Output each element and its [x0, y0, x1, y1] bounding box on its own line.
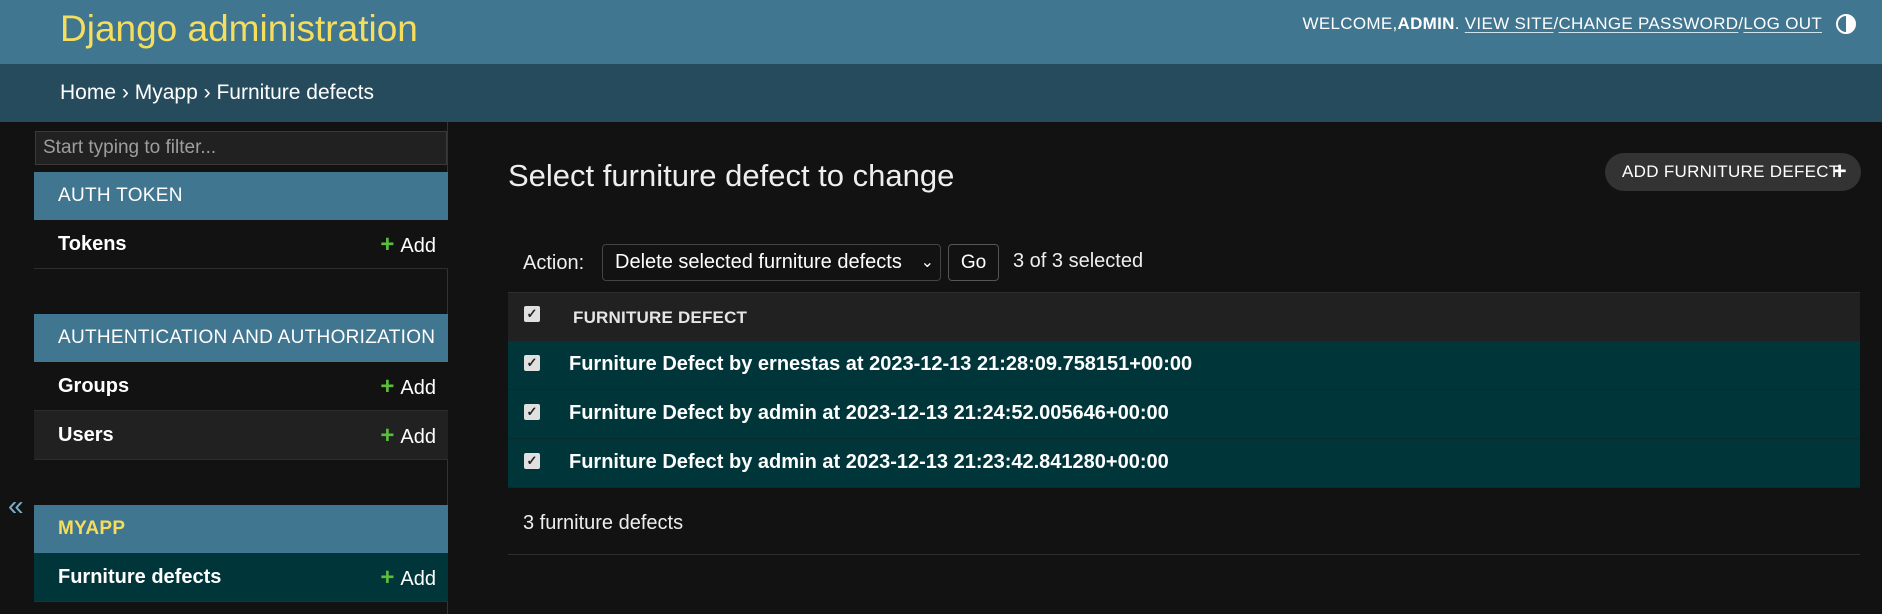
row-link[interactable]: Furniture Defect by ernestas at 2023-12-… — [569, 353, 1192, 376]
action-select[interactable]: Delete selected furniture defects ⌄ — [602, 244, 941, 281]
breadcrumb-current: Furniture defects — [216, 81, 375, 104]
plus-icon: + — [380, 231, 395, 258]
row-checkbox[interactable]: ✓ — [524, 453, 540, 469]
table-header: ✓ FURNITURE DEFECT — [508, 292, 1860, 341]
module-caption-auth-token[interactable]: AUTH TOKEN — [34, 172, 448, 220]
plus-icon: + — [380, 422, 395, 449]
breadcrumb-home[interactable]: Home — [60, 81, 116, 104]
sidebar-item-furniture-defects: Furniture defects + Add — [34, 553, 448, 602]
breadcrumb-separator: › — [203, 81, 211, 104]
add-button-label: ADD FURNITURE DEFECT — [1622, 162, 1840, 181]
paginator: 3 furniture defects — [508, 492, 1860, 555]
table-row: ✓ Furniture Defect by ernestas at 2023-1… — [508, 341, 1860, 390]
log-out-link[interactable]: LOG OUT — [1743, 14, 1822, 34]
nav-filter-input[interactable]: Start typing to filter... — [35, 131, 447, 165]
plus-icon: + — [380, 373, 395, 400]
sidebar-item-label[interactable]: Users — [58, 411, 114, 460]
sidebar-item-groups: Groups + Add — [34, 362, 448, 411]
row-checkbox[interactable]: ✓ — [524, 355, 540, 371]
row-link[interactable]: Furniture Defect by admin at 2023-12-13 … — [569, 451, 1169, 474]
select-all-checkbox[interactable]: ✓ — [524, 306, 540, 322]
breadcrumb: Home › Myapp › Furniture defects — [0, 64, 1882, 122]
sidebar-item-tokens: Tokens + Add — [34, 220, 448, 269]
toggle-sidebar-icon[interactable]: « — [8, 490, 24, 522]
page-title: Select furniture defect to change — [508, 158, 955, 193]
sidebar-item-label[interactable]: Tokens — [58, 220, 127, 269]
module-caption-authentication[interactable]: AUTHENTICATION AND AUTHORIZATION — [34, 314, 448, 362]
add-furniture-defects-link[interactable]: + Add — [380, 553, 436, 604]
row-checkbox[interactable]: ✓ — [524, 404, 540, 420]
sidebar-item-label[interactable]: Groups — [58, 362, 129, 411]
change-password-link[interactable]: CHANGE PASSWORD — [1558, 14, 1738, 34]
table-row: ✓ Furniture Defect by admin at 2023-12-1… — [508, 439, 1860, 488]
add-users-link[interactable]: + Add — [380, 411, 436, 462]
add-label: Add — [400, 377, 436, 399]
chevron-down-icon: ⌄ — [920, 254, 934, 271]
add-furniture-defect-button[interactable]: ADD FURNITURE DEFECT + — [1605, 153, 1861, 191]
sidebar-item-users: Users + Add — [34, 411, 448, 460]
selected-count: 3 of 3 selected — [1013, 250, 1144, 272]
site-branding[interactable]: Django administration — [60, 8, 418, 50]
add-label: Add — [400, 235, 436, 257]
add-label: Add — [400, 568, 436, 590]
sidebar-item-label[interactable]: Furniture defects — [58, 553, 221, 602]
add-tokens-link[interactable]: + Add — [380, 220, 436, 271]
nav-sidebar: Start typing to filter... AUTH TOKEN Tok… — [34, 122, 448, 614]
header: Django administration WELCOME, ADMIN. VI… — [0, 0, 1882, 64]
plus-icon: + — [1832, 158, 1847, 185]
actions-bar: Action: Delete selected furniture defect… — [508, 240, 1860, 294]
view-site-link[interactable]: VIEW SITE — [1465, 14, 1554, 34]
theme-toggle-icon[interactable] — [1836, 14, 1856, 34]
username: ADMIN — [1397, 14, 1455, 33]
action-select-value: Delete selected furniture defects — [615, 251, 902, 273]
go-button[interactable]: Go — [948, 244, 999, 281]
breadcrumb-separator: › — [121, 81, 129, 104]
table-row: ✓ Furniture Defect by admin at 2023-12-1… — [508, 390, 1860, 439]
add-label: Add — [400, 426, 436, 448]
add-groups-link[interactable]: + Add — [380, 362, 436, 413]
user-tools: WELCOME, ADMIN. VIEW SITE / CHANGE PASSW… — [1303, 14, 1856, 34]
welcome-period: . — [1454, 14, 1460, 33]
column-header-furniture-defect[interactable]: FURNITURE DEFECT — [573, 308, 747, 328]
row-link[interactable]: Furniture Defect by admin at 2023-12-13 … — [569, 402, 1169, 425]
plus-icon: + — [380, 564, 395, 591]
welcome-text: WELCOME, — [1302, 14, 1398, 33]
module-caption-myapp[interactable]: MYAPP — [34, 505, 448, 553]
breadcrumb-app[interactable]: Myapp — [135, 81, 198, 104]
action-label: Action: — [523, 252, 585, 274]
